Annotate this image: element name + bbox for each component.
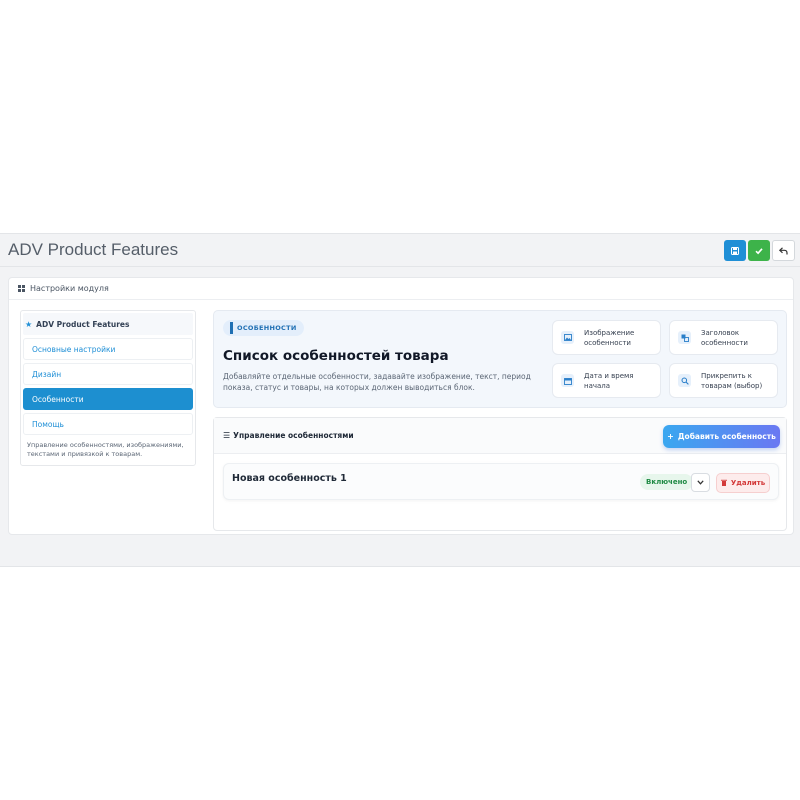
list-icon: ☰ [223,431,231,440]
feature-card-label: Заголовок особенности [701,328,748,347]
save-icon [731,246,739,255]
manage-title: Управление особенностями [233,431,354,440]
page-title: ADV Product Features [8,240,179,259]
search-icon [678,374,691,387]
delete-button[interactable]: Удалить [716,473,770,493]
panel-title: Настройки модуля [30,284,109,293]
check-icon [755,247,763,254]
sidebar-heading: ★ ADV Product Features [23,313,193,335]
sidebar-item-label: Особенности [32,394,84,404]
section-pill-label: ОСОБЕННОСТИ [237,324,297,332]
back-icon [779,246,788,254]
sidebar-item-main-settings[interactable]: Основные настройки [23,338,193,360]
add-feature-button[interactable]: + Добавить особенность [663,425,780,448]
hero-description: Добавляйте отдельные особенности, задава… [223,372,531,392]
features-hero: ОСОБЕННОСТИ Список особенностей товара Д… [213,310,787,408]
feature-card-label: Изображение особенности [584,328,635,347]
calendar-icon [561,374,574,387]
feature-card-label: Дата и время начала [584,371,634,390]
save-and-close-button[interactable] [748,240,770,261]
sidebar-note: Управление особенностями, изображениями,… [27,441,184,458]
image-icon [561,331,574,344]
panel-header: Настройки модуля [9,278,793,300]
sidebar-item-features[interactable]: Особенности [23,388,193,410]
chevron-down-icon [697,480,704,485]
back-button[interactable] [772,240,795,261]
feature-item-title: Новая особенность 1 [232,473,347,484]
star-icon: ★ [25,319,33,329]
save-button[interactable] [724,240,746,261]
grid-icon [18,285,25,292]
feature-card-products: Прикрепить к товарам (выбор) [669,363,778,398]
feature-card-title: Заголовок особенности [669,320,778,355]
sidebar-item-design[interactable]: Дизайн [23,363,193,385]
trash-icon [720,479,727,488]
settings-panel: Настройки модуля ★ ADV Product Features … [8,277,794,535]
sidebar-item-label: Основные настройки [32,344,116,354]
manage-features-card: ☰ Управление особенностями + Добавить ос… [213,417,787,531]
sidebar-card: ★ ADV Product Features Основные настройк… [20,310,196,466]
feature-item[interactable]: Новая особенность 1 Включено Удалить [223,463,779,500]
feature-card-image: Изображение особенности [552,320,661,355]
status-badge: Включено [640,474,694,490]
app-area: ADV Product Features Настройки модуля ★ … [0,233,800,567]
plus-icon: + [667,432,674,441]
section-pill: ОСОБЕННОСТИ [223,320,304,336]
add-feature-label: Добавить особенность [677,432,776,441]
feature-card-date: Дата и время начала [552,363,661,398]
page-header: ADV Product Features [0,234,800,267]
sidebar-item-label: Помощь [32,419,64,429]
feature-card-label: Прикрепить к товарам (выбор) [701,371,763,390]
expand-button[interactable] [691,473,710,492]
translate-icon [678,331,691,344]
sidebar-item-help[interactable]: Помощь [23,413,193,435]
sidebar: ★ ADV Product Features Основные настройк… [20,310,196,466]
hero-title: Список особенностей товара [223,348,449,364]
grid-icon [230,322,233,334]
sidebar-heading-label: ADV Product Features [36,319,130,329]
delete-label: Удалить [730,479,766,487]
sidebar-item-label: Дизайн [32,369,62,379]
